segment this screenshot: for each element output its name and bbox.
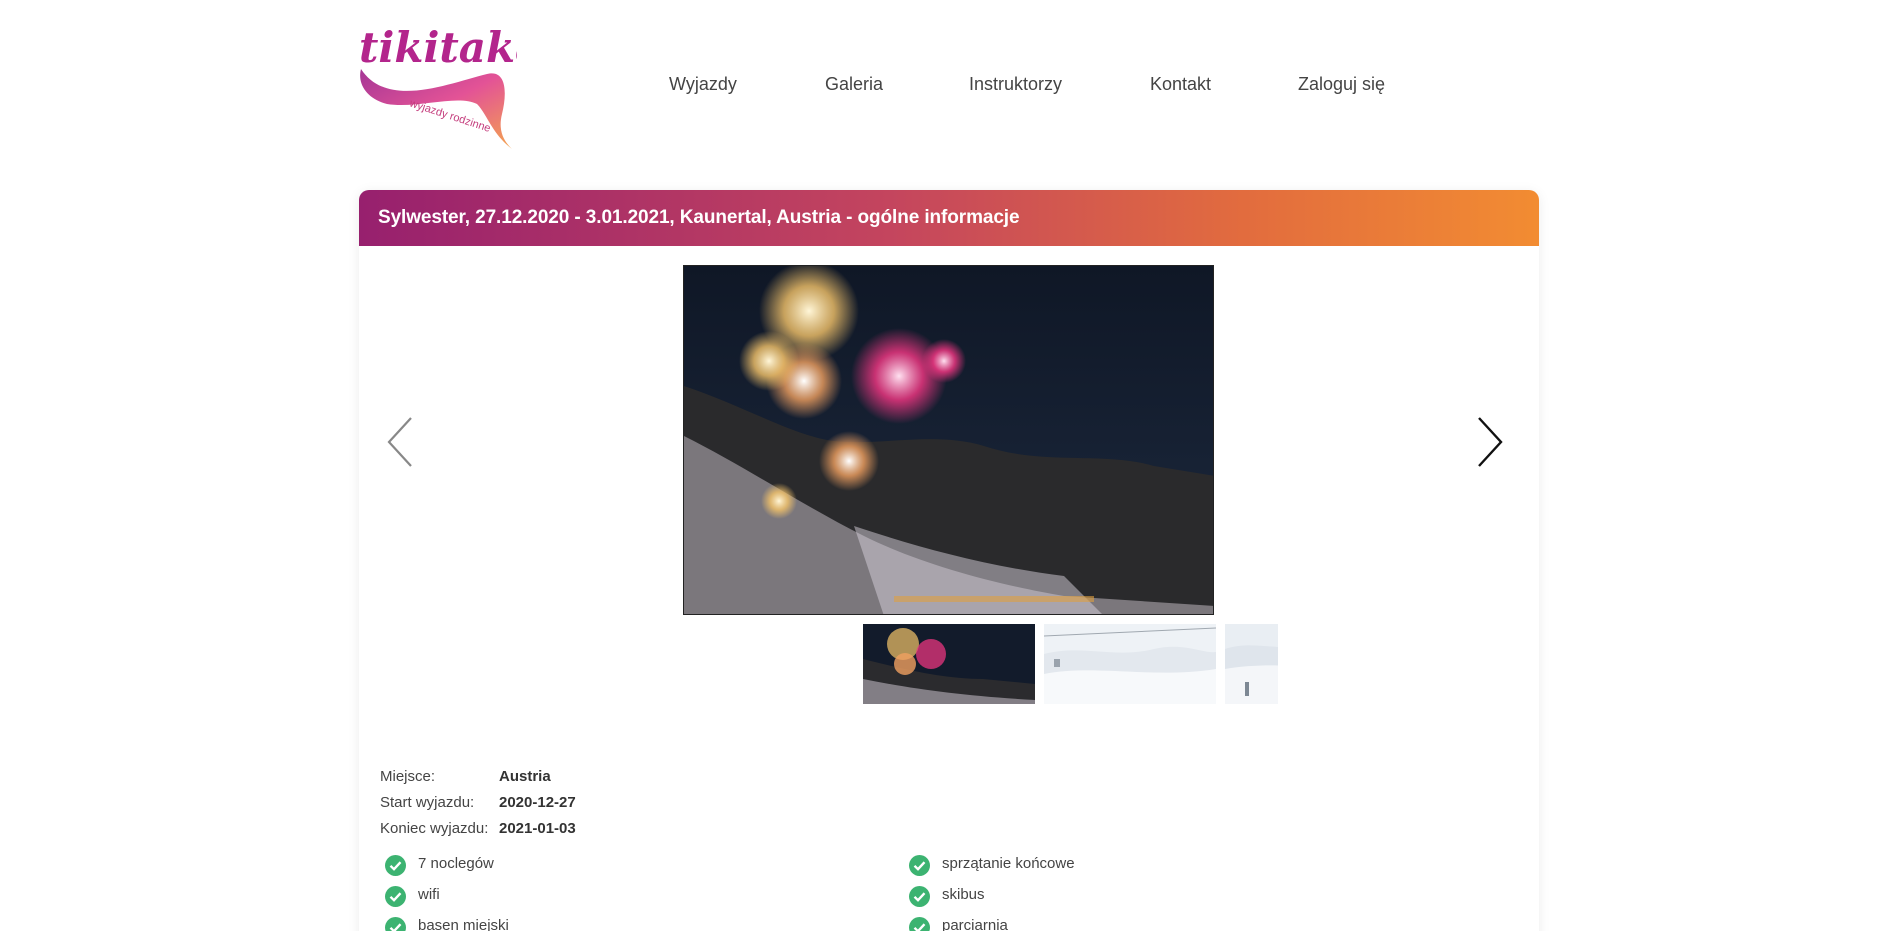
detail-value: 2020-12-27	[499, 794, 576, 811]
check-circle-icon	[909, 917, 930, 931]
nav-item-galeria[interactable]: Galeria	[825, 74, 883, 95]
check-circle-icon	[385, 917, 406, 931]
logo-wordmark: tikitaka	[359, 23, 517, 72]
chevron-left-icon	[387, 417, 412, 467]
gallery-next-button[interactable]	[1469, 412, 1509, 472]
feature-label: basen miejski	[418, 917, 509, 931]
trip-title: Sylwester, 27.12.2020 - 3.01.2021, Kaune…	[378, 207, 1020, 228]
gallery-thumbnail[interactable]	[1044, 624, 1216, 704]
feature-label: sprzątanie końcowe	[942, 855, 1075, 872]
detail-label: Start wyjazdu:	[380, 794, 475, 811]
detail-label: Miejsce:	[380, 768, 436, 785]
detail-value: 2021-01-03	[499, 820, 576, 837]
chevron-right-icon	[1478, 417, 1503, 467]
check-circle-icon	[909, 886, 930, 907]
detail-label: Koniec wyjazdu:	[380, 820, 489, 837]
nav-item-kontakt[interactable]: Kontakt	[1150, 74, 1211, 95]
nav-item-login[interactable]: Zaloguj się	[1298, 74, 1385, 95]
check-circle-icon	[385, 855, 406, 876]
site-header: tikitaka wyjazdy rodzinne Wyjazdy Galeri…	[0, 0, 1901, 160]
gallery-prev-button[interactable]	[381, 412, 421, 472]
gallery-thumbnails	[863, 624, 1278, 704]
nav-item-wyjazdy[interactable]: Wyjazdy	[669, 74, 737, 95]
gallery-thumbnail[interactable]	[863, 624, 1035, 704]
nav-item-instruktorzy[interactable]: Instruktorzy	[969, 74, 1062, 95]
feature-label: skibus	[942, 886, 985, 903]
feature-label: wifi	[418, 886, 440, 903]
trip-card: Sylwester, 27.12.2020 - 3.01.2021, Kaune…	[359, 190, 1539, 931]
detail-value: Austria	[499, 768, 551, 785]
check-circle-icon	[909, 855, 930, 876]
feature-label: parciarnia	[942, 917, 1008, 931]
gallery-thumbnail[interactable]	[1225, 624, 1278, 704]
gallery-main-photo[interactable]	[683, 265, 1214, 615]
trip-card-header: Sylwester, 27.12.2020 - 3.01.2021, Kaune…	[359, 190, 1539, 246]
check-circle-icon	[385, 886, 406, 907]
main-nav: Wyjazdy Galeria Instruktorzy Kontakt Zal…	[0, 74, 1901, 98]
feature-label: 7 noclegów	[418, 855, 494, 872]
